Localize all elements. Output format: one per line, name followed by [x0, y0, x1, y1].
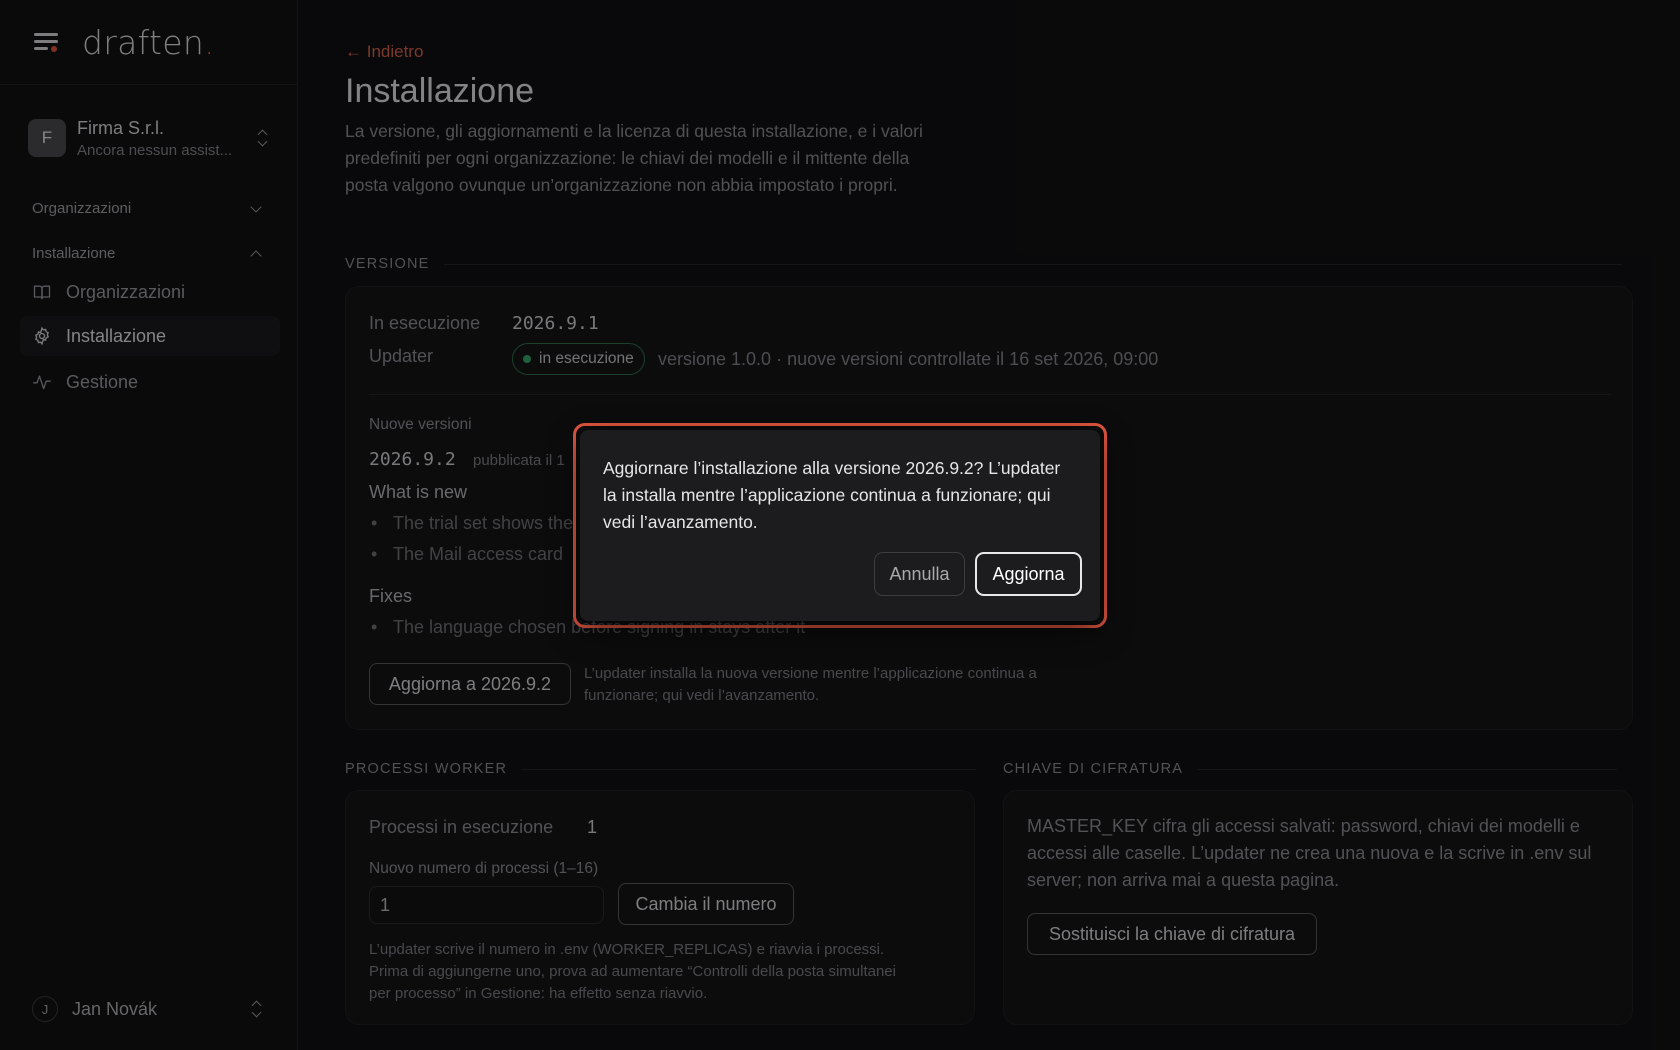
cancel-button[interactable]: Annulla	[874, 552, 965, 596]
confirm-dialog: Aggiornare l’installazione alla versione…	[573, 423, 1107, 628]
dialog-body: Aggiornare l’installazione alla versione…	[580, 430, 1100, 621]
dialog-message: Aggiornare l’installazione alla versione…	[603, 458, 1061, 532]
confirm-update-button[interactable]: Aggiorna	[975, 552, 1082, 596]
